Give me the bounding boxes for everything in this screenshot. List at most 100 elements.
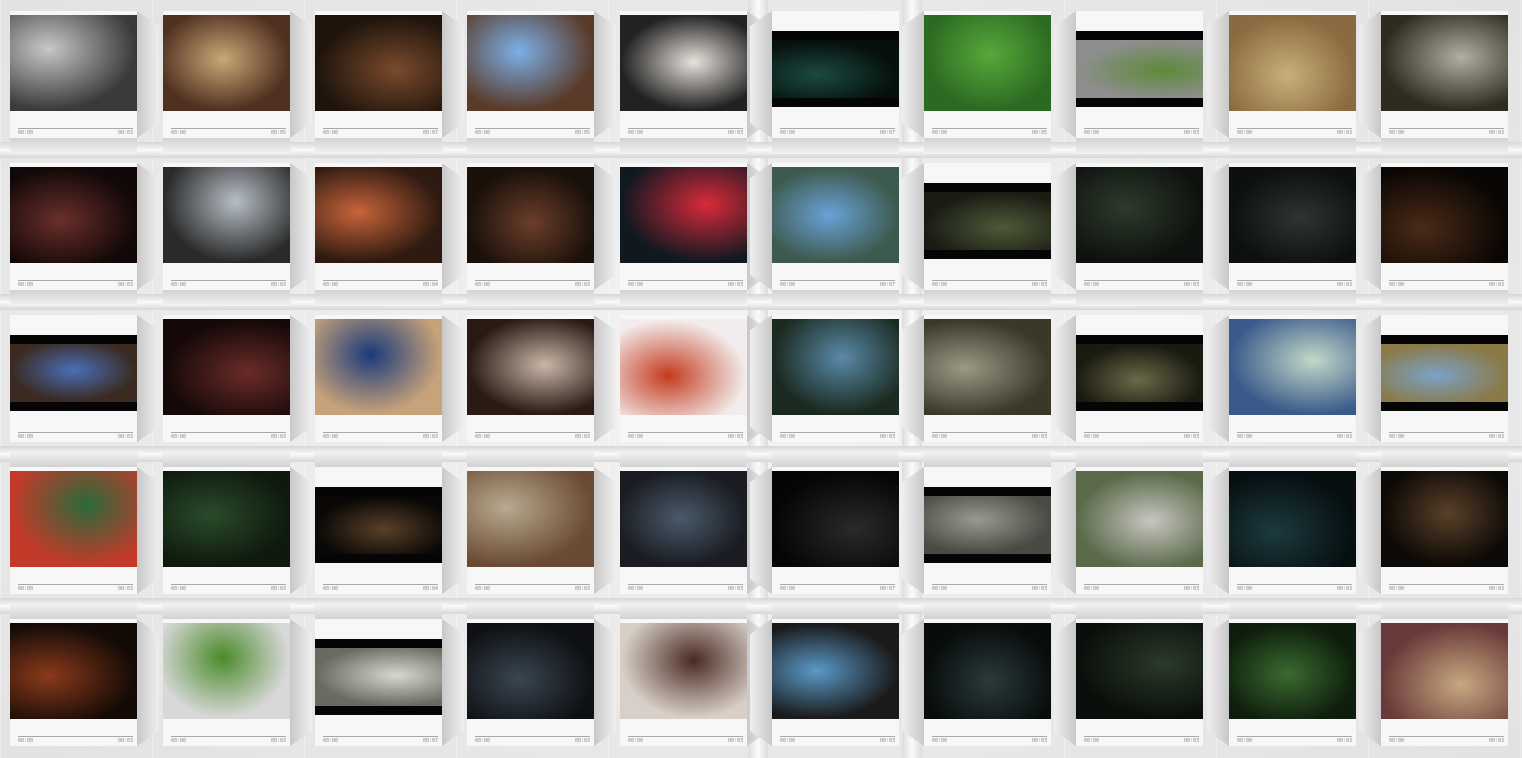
video-tile[interactable]: 00:00 00:03 (772, 315, 899, 442)
video-tile[interactable]: 00:00 00:03 (1381, 451, 1508, 594)
seek-bar[interactable] (475, 584, 590, 585)
seek-bar[interactable] (323, 280, 438, 281)
seek-bar[interactable] (1237, 736, 1352, 737)
seek-bar[interactable] (18, 280, 133, 281)
seek-bar[interactable] (171, 432, 286, 433)
video-tile[interactable]: 00:00 00:07 (772, 163, 899, 306)
video-tile[interactable]: 00:00 00:03 (467, 315, 594, 442)
video-tile[interactable]: 00:00 00:03 (924, 163, 1051, 306)
video-tile[interactable]: 00:00 00:03 (924, 603, 1051, 746)
seek-bar[interactable] (18, 432, 133, 433)
video-tile[interactable]: 00:00 00:03 (1076, 451, 1203, 594)
video-thumbnail[interactable] (467, 15, 594, 111)
video-thumbnail[interactable] (467, 319, 594, 415)
video-thumbnail[interactable] (772, 31, 899, 107)
seek-bar[interactable] (628, 736, 743, 737)
seek-bar[interactable] (475, 432, 590, 433)
seek-bar[interactable] (932, 736, 1047, 737)
video-thumbnail[interactable] (620, 623, 747, 719)
video-tile[interactable]: 00:00 00:05 (163, 11, 290, 154)
video-thumbnail[interactable] (1381, 167, 1508, 263)
seek-bar[interactable] (628, 584, 743, 585)
video-thumbnail[interactable] (163, 15, 290, 111)
video-thumbnail[interactable] (1229, 623, 1356, 719)
video-thumbnail[interactable] (467, 471, 594, 567)
seek-bar[interactable] (18, 736, 133, 737)
video-thumbnail[interactable] (10, 15, 137, 111)
video-thumbnail[interactable] (620, 319, 747, 415)
video-tile[interactable]: 00:00 00:03 (467, 603, 594, 746)
video-tile[interactable]: 00:00 00:03 (1229, 163, 1356, 306)
seek-bar[interactable] (1237, 128, 1352, 129)
seek-bar[interactable] (780, 736, 895, 737)
seek-bar[interactable] (628, 280, 743, 281)
video-tile[interactable]: 00:00 00:05 (467, 11, 594, 154)
video-tile[interactable]: 00:00 00:03 (10, 11, 137, 154)
seek-bar[interactable] (780, 128, 895, 129)
video-thumbnail[interactable] (924, 487, 1051, 563)
seek-bar[interactable] (1084, 280, 1199, 281)
seek-bar[interactable] (932, 432, 1047, 433)
video-tile[interactable]: 00:00 00:03 (1229, 11, 1356, 154)
video-tile[interactable]: 00:00 00:03 (10, 603, 137, 746)
video-tile[interactable]: 00:00 00:03 (1229, 603, 1356, 746)
video-tile[interactable]: 00:00 00:03 (1076, 11, 1203, 154)
video-tile[interactable]: 00:00 00:03 (1381, 315, 1508, 442)
video-thumbnail[interactable] (315, 167, 442, 263)
video-thumbnail[interactable] (924, 623, 1051, 719)
video-tile[interactable]: 00:00 00:07 (315, 11, 442, 154)
video-thumbnail[interactable] (1229, 15, 1356, 111)
video-tile[interactable]: 00:00 00:03 (1381, 603, 1508, 746)
seek-bar[interactable] (1084, 736, 1199, 737)
video-thumbnail[interactable] (315, 319, 442, 415)
video-thumbnail[interactable] (10, 335, 137, 411)
video-thumbnail[interactable] (772, 167, 899, 263)
video-thumbnail[interactable] (163, 471, 290, 567)
seek-bar[interactable] (323, 736, 438, 737)
video-thumbnail[interactable] (163, 319, 290, 415)
video-thumbnail[interactable] (315, 487, 442, 563)
video-thumbnail[interactable] (772, 319, 899, 415)
seek-bar[interactable] (628, 432, 743, 433)
video-tile[interactable]: 00:00 00:03 (1076, 603, 1203, 746)
video-thumbnail[interactable] (620, 15, 747, 111)
video-thumbnail[interactable] (620, 471, 747, 567)
seek-bar[interactable] (1237, 280, 1352, 281)
video-thumbnail[interactable] (1076, 623, 1203, 719)
seek-bar[interactable] (780, 432, 895, 433)
seek-bar[interactable] (1389, 432, 1504, 433)
video-thumbnail[interactable] (1381, 15, 1508, 111)
video-thumbnail[interactable] (1229, 471, 1356, 567)
video-thumbnail[interactable] (1076, 167, 1203, 263)
video-thumbnail[interactable] (1076, 471, 1203, 567)
video-tile[interactable]: 00:00 00:03 (467, 163, 594, 306)
seek-bar[interactable] (1084, 584, 1199, 585)
video-tile[interactable]: 00:00 00:03 (620, 451, 747, 594)
video-tile[interactable]: 00:00 00:03 (163, 603, 290, 746)
seek-bar[interactable] (171, 128, 286, 129)
video-tile[interactable]: 00:00 00:03 (620, 163, 747, 306)
video-thumbnail[interactable] (1076, 31, 1203, 107)
video-tile[interactable]: 00:00 00:03 (163, 163, 290, 306)
seek-bar[interactable] (323, 584, 438, 585)
video-tile[interactable]: 00:00 00:03 (163, 315, 290, 442)
video-thumbnail[interactable] (1229, 319, 1356, 415)
video-tile[interactable]: 00:00 00:03 (315, 315, 442, 442)
seek-bar[interactable] (1084, 128, 1199, 129)
seek-bar[interactable] (780, 280, 895, 281)
seek-bar[interactable] (171, 584, 286, 585)
video-thumbnail[interactable] (772, 623, 899, 719)
seek-bar[interactable] (18, 584, 133, 585)
video-thumbnail[interactable] (1381, 335, 1508, 411)
video-tile[interactable]: 00:00 00:03 (772, 603, 899, 746)
video-thumbnail[interactable] (924, 319, 1051, 415)
seek-bar[interactable] (1389, 584, 1504, 585)
video-tile[interactable]: 00:00 00:04 (315, 451, 442, 594)
video-thumbnail[interactable] (163, 167, 290, 263)
video-tile[interactable]: 00:00 00:03 (10, 163, 137, 306)
video-thumbnail[interactable] (10, 623, 137, 719)
seek-bar[interactable] (475, 736, 590, 737)
video-thumbnail[interactable] (163, 623, 290, 719)
video-tile[interactable]: 00:00 00:03 (1229, 315, 1356, 442)
video-tile[interactable]: 00:00 00:07 (315, 603, 442, 746)
